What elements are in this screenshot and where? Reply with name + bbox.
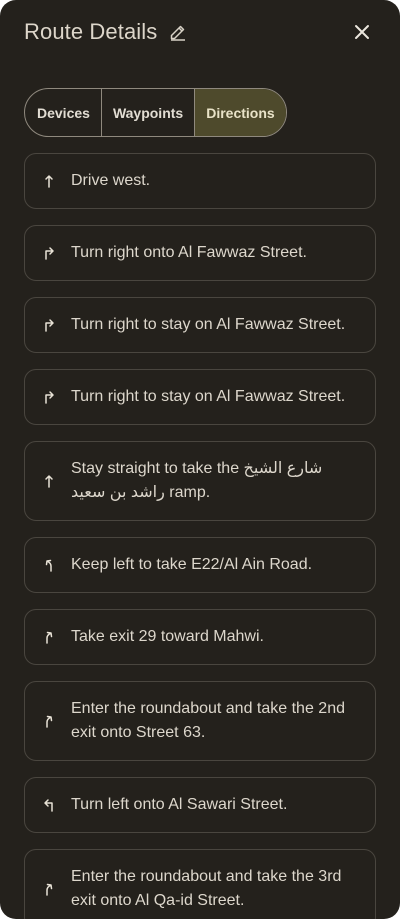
direction-step-text: Turn right to stay on Al Fawwaz Street.: [71, 316, 346, 333]
tab-directions[interactable]: Directions: [194, 89, 286, 136]
direction-step[interactable]: Take exit 29 toward Mahwi.: [24, 609, 376, 665]
direction-step[interactable]: Enter the roundabout and take the 3rd ex…: [24, 849, 376, 919]
straight-arrow-icon: [41, 173, 57, 189]
direction-step[interactable]: Turn left onto Al Sawari Street.: [24, 777, 376, 833]
direction-step-text: Enter the roundabout and take the 2nd ex…: [71, 700, 345, 741]
straight-arrow-icon: [41, 473, 57, 489]
keep-left-icon: [41, 557, 57, 573]
turn-left-icon: [41, 797, 57, 813]
route-details-panel: Route Details Devices Waypoints Directio…: [0, 0, 400, 919]
turn-right-icon: [41, 245, 57, 261]
turn-right-icon: [41, 389, 57, 405]
slight-right-icon: [41, 713, 57, 729]
direction-step[interactable]: Turn right to stay on Al Fawwaz Street.: [24, 369, 376, 425]
panel-header: Route Details: [24, 14, 376, 50]
turn-right-icon: [41, 317, 57, 333]
page-title: Route Details: [24, 19, 158, 44]
direction-step[interactable]: Stay straight to take the شارع الشيخ راش…: [24, 441, 376, 521]
direction-step[interactable]: Keep left to take E22/Al Ain Road.: [24, 537, 376, 593]
direction-step-text: Turn right onto Al Fawwaz Street.: [71, 244, 307, 261]
close-button[interactable]: [348, 18, 376, 46]
route-tabs: Devices Waypoints Directions: [24, 88, 287, 137]
direction-step[interactable]: Turn right to stay on Al Fawwaz Street.: [24, 297, 376, 353]
direction-step[interactable]: Enter the roundabout and take the 2nd ex…: [24, 681, 376, 761]
close-icon: [355, 25, 369, 39]
pencil-icon: [171, 25, 186, 41]
tab-devices[interactable]: Devices: [25, 89, 101, 136]
edit-title-button[interactable]: [167, 21, 189, 43]
direction-step[interactable]: Turn right onto Al Fawwaz Street.: [24, 225, 376, 281]
direction-step-text: Stay straight to take the شارع الشيخ راش…: [71, 460, 323, 501]
direction-step-text: Drive west.: [71, 172, 151, 189]
slight-right-icon: [41, 881, 57, 897]
direction-step-text: Enter the roundabout and take the 3rd ex…: [71, 868, 342, 909]
direction-step-text: Turn right to stay on Al Fawwaz Street.: [71, 388, 346, 405]
direction-step[interactable]: Drive west.: [24, 153, 376, 209]
slight-right-icon: [41, 629, 57, 645]
direction-step-text: Keep left to take E22/Al Ain Road.: [71, 556, 313, 573]
tab-waypoints[interactable]: Waypoints: [100, 89, 194, 136]
direction-step-text: Take exit 29 toward Mahwi.: [71, 628, 264, 645]
direction-step-text: Turn left onto Al Sawari Street.: [71, 796, 288, 813]
